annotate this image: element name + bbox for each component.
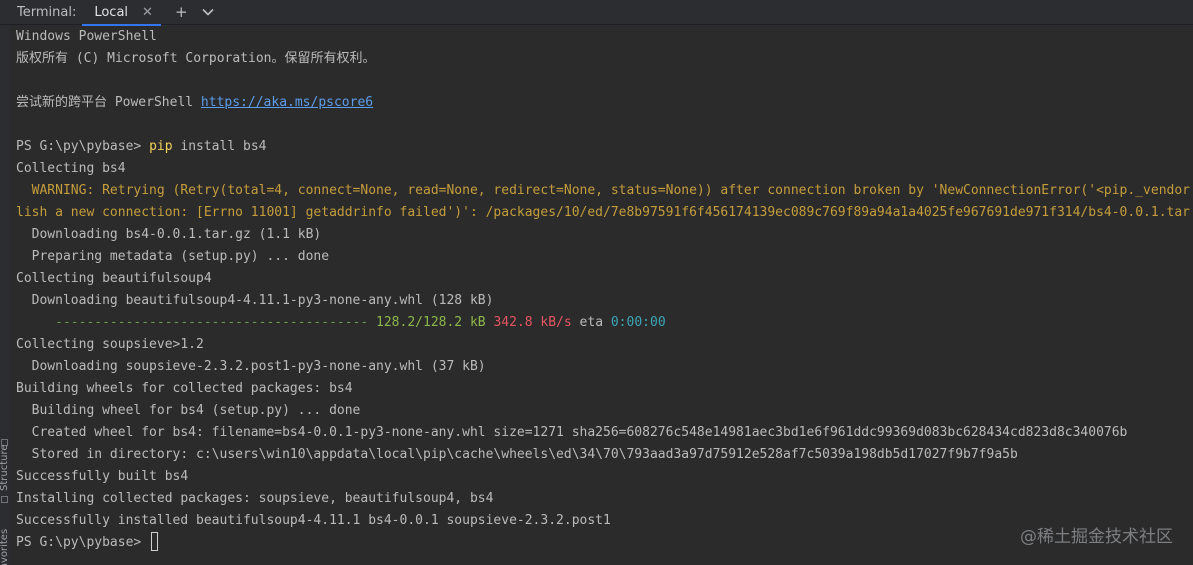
terminal-text: 尝试新的跨平台 PowerShell: [16, 95, 201, 110]
chevron-down-icon: [201, 8, 214, 16]
terminal-line: Windows PowerShell: [16, 26, 1193, 48]
terminal-line: WARNING: Retrying (Retry(total=4, connec…: [16, 180, 1193, 202]
favorites-tool-label[interactable]: Favorites: [0, 529, 10, 565]
terminal-prompt-line[interactable]: PS G:\py\pybase>: [16, 532, 1193, 554]
terminal-line: ----------------------------------------…: [16, 312, 1193, 334]
terminal-line: Stored in directory: c:\users\win10\appd…: [16, 444, 1193, 466]
terminal-line: Installing collected packages: soupsieve…: [16, 488, 1193, 510]
terminal-line: 版权所有 (C) Microsoft Corporation。保留所有权利。: [16, 48, 1193, 70]
terminal-line: Downloading beautifulsoup4-4.11.1-py3-no…: [16, 290, 1193, 312]
terminal-lines: Windows PowerShell 版权所有 (C) Microsoft Cor…: [16, 26, 1193, 554]
terminal-text: Building wheels for collected packages: …: [16, 381, 353, 396]
terminal-text: Building wheel for bs4 (setup.py) ... do…: [16, 403, 361, 418]
terminal-line: Collecting bs4: [16, 158, 1193, 180]
terminal-line: Building wheel for bs4 (setup.py) ... do…: [16, 400, 1193, 422]
terminal-text: Collecting beautifulsoup4: [16, 271, 212, 286]
terminal-text: Collecting soupsieve>1.2: [16, 337, 204, 352]
terminal-text: 342.8 kB/s: [493, 315, 572, 330]
terminal-text: Downloading bs4-0.0.1.tar.gz (1.1 kB): [16, 227, 322, 242]
terminal-text: Stored in directory: c:\users\win10\appd…: [16, 447, 1018, 462]
star-icon[interactable]: [1, 496, 8, 503]
tab-local-label: Local: [94, 4, 129, 20]
terminal-text: Downloading soupsieve-2.3.2.post1-py3-no…: [16, 359, 486, 374]
new-tab-button[interactable]: +: [175, 3, 188, 21]
terminal-text: Successfully built bs4: [16, 469, 189, 484]
terminal-text: 版权所有 (C) Microsoft Corporation。保留所有权利。: [16, 51, 376, 66]
terminal-line: Collecting beautifulsoup4: [16, 268, 1193, 290]
terminal-tab-bar: Terminal: Local ✕ +: [0, 0, 1193, 26]
terminal-line: Building wheels for collected packages: …: [16, 378, 1193, 400]
left-tool-strip: Structure Favorites: [0, 26, 10, 565]
terminal-text: WARNING: Retrying (Retry(total=4, connec…: [31, 183, 1193, 198]
tab-options-button[interactable]: [201, 8, 214, 16]
terminal-text: 0:00:00: [610, 315, 666, 330]
terminal-text: eta: [571, 315, 611, 330]
structure-tool-label[interactable]: Structure: [0, 444, 10, 491]
terminal-link[interactable]: https://aka.ms/pscore6: [201, 95, 373, 110]
terminal-text: Windows PowerShell: [16, 29, 157, 44]
plus-icon: +: [174, 3, 188, 21]
terminal-output[interactable]: Windows PowerShell 版权所有 (C) Microsoft Cor…: [10, 26, 1193, 565]
terminal-line: Created wheel for bs4: filename=bs4-0.0.…: [16, 422, 1193, 444]
tab-local[interactable]: Local ✕: [82, 0, 161, 26]
ide-window: Terminal: Local ✕ + Structure Favorites …: [0, 0, 1193, 565]
terminal-line: Collecting soupsieve>1.2: [16, 334, 1193, 356]
terminal-line: Preparing metadata (setup.py) ... done: [16, 246, 1193, 268]
terminal-text: Collecting bs4: [16, 161, 126, 176]
terminal-tool-label: Terminal:: [17, 4, 77, 20]
terminal-text: lish a new connection: [Errno 11001] get…: [16, 205, 1193, 220]
terminal-line: Successfully built bs4: [16, 466, 1193, 488]
terminal-text: Preparing metadata (setup.py) ... done: [16, 249, 330, 264]
terminal-text: 128.2/128.2 kB: [376, 315, 486, 330]
terminal-prompt: PS G:\py\pybase>: [16, 535, 150, 550]
terminal-text: pip: [149, 139, 173, 154]
terminal-text: PS G:\py\pybase>: [16, 139, 150, 154]
terminal-text: Created wheel for bs4: filename=bs4-0.0.…: [16, 425, 1128, 440]
terminal-text: install bs4: [172, 139, 267, 154]
terminal-text: Downloading beautifulsoup4-4.11.1-py3-no…: [16, 293, 494, 308]
text-cursor: [151, 532, 159, 551]
terminal-line: Downloading soupsieve-2.3.2.post1-py3-no…: [16, 356, 1193, 378]
terminal-line: lish a new connection: [Errno 11001] get…: [16, 202, 1193, 224]
terminal-line: Downloading bs4-0.0.1.tar.gz (1.1 kB): [16, 224, 1193, 246]
watermark: @稀土掘金技术社区: [1020, 527, 1173, 547]
terminal-text: Installing collected packages: soupsieve…: [16, 491, 494, 506]
terminal-line: PS G:\py\pybase> pip install bs4: [16, 136, 1193, 158]
terminal-line: Successfully installed beautifulsoup4-4.…: [16, 510, 1193, 532]
terminal-text: ----------------------------------------: [16, 315, 377, 330]
terminal-text: Successfully installed beautifulsoup4-4.…: [16, 513, 611, 528]
terminal-line: 尝试新的跨平台 PowerShell https://aka.ms/pscore…: [16, 92, 1193, 114]
close-icon[interactable]: ✕: [142, 5, 153, 20]
